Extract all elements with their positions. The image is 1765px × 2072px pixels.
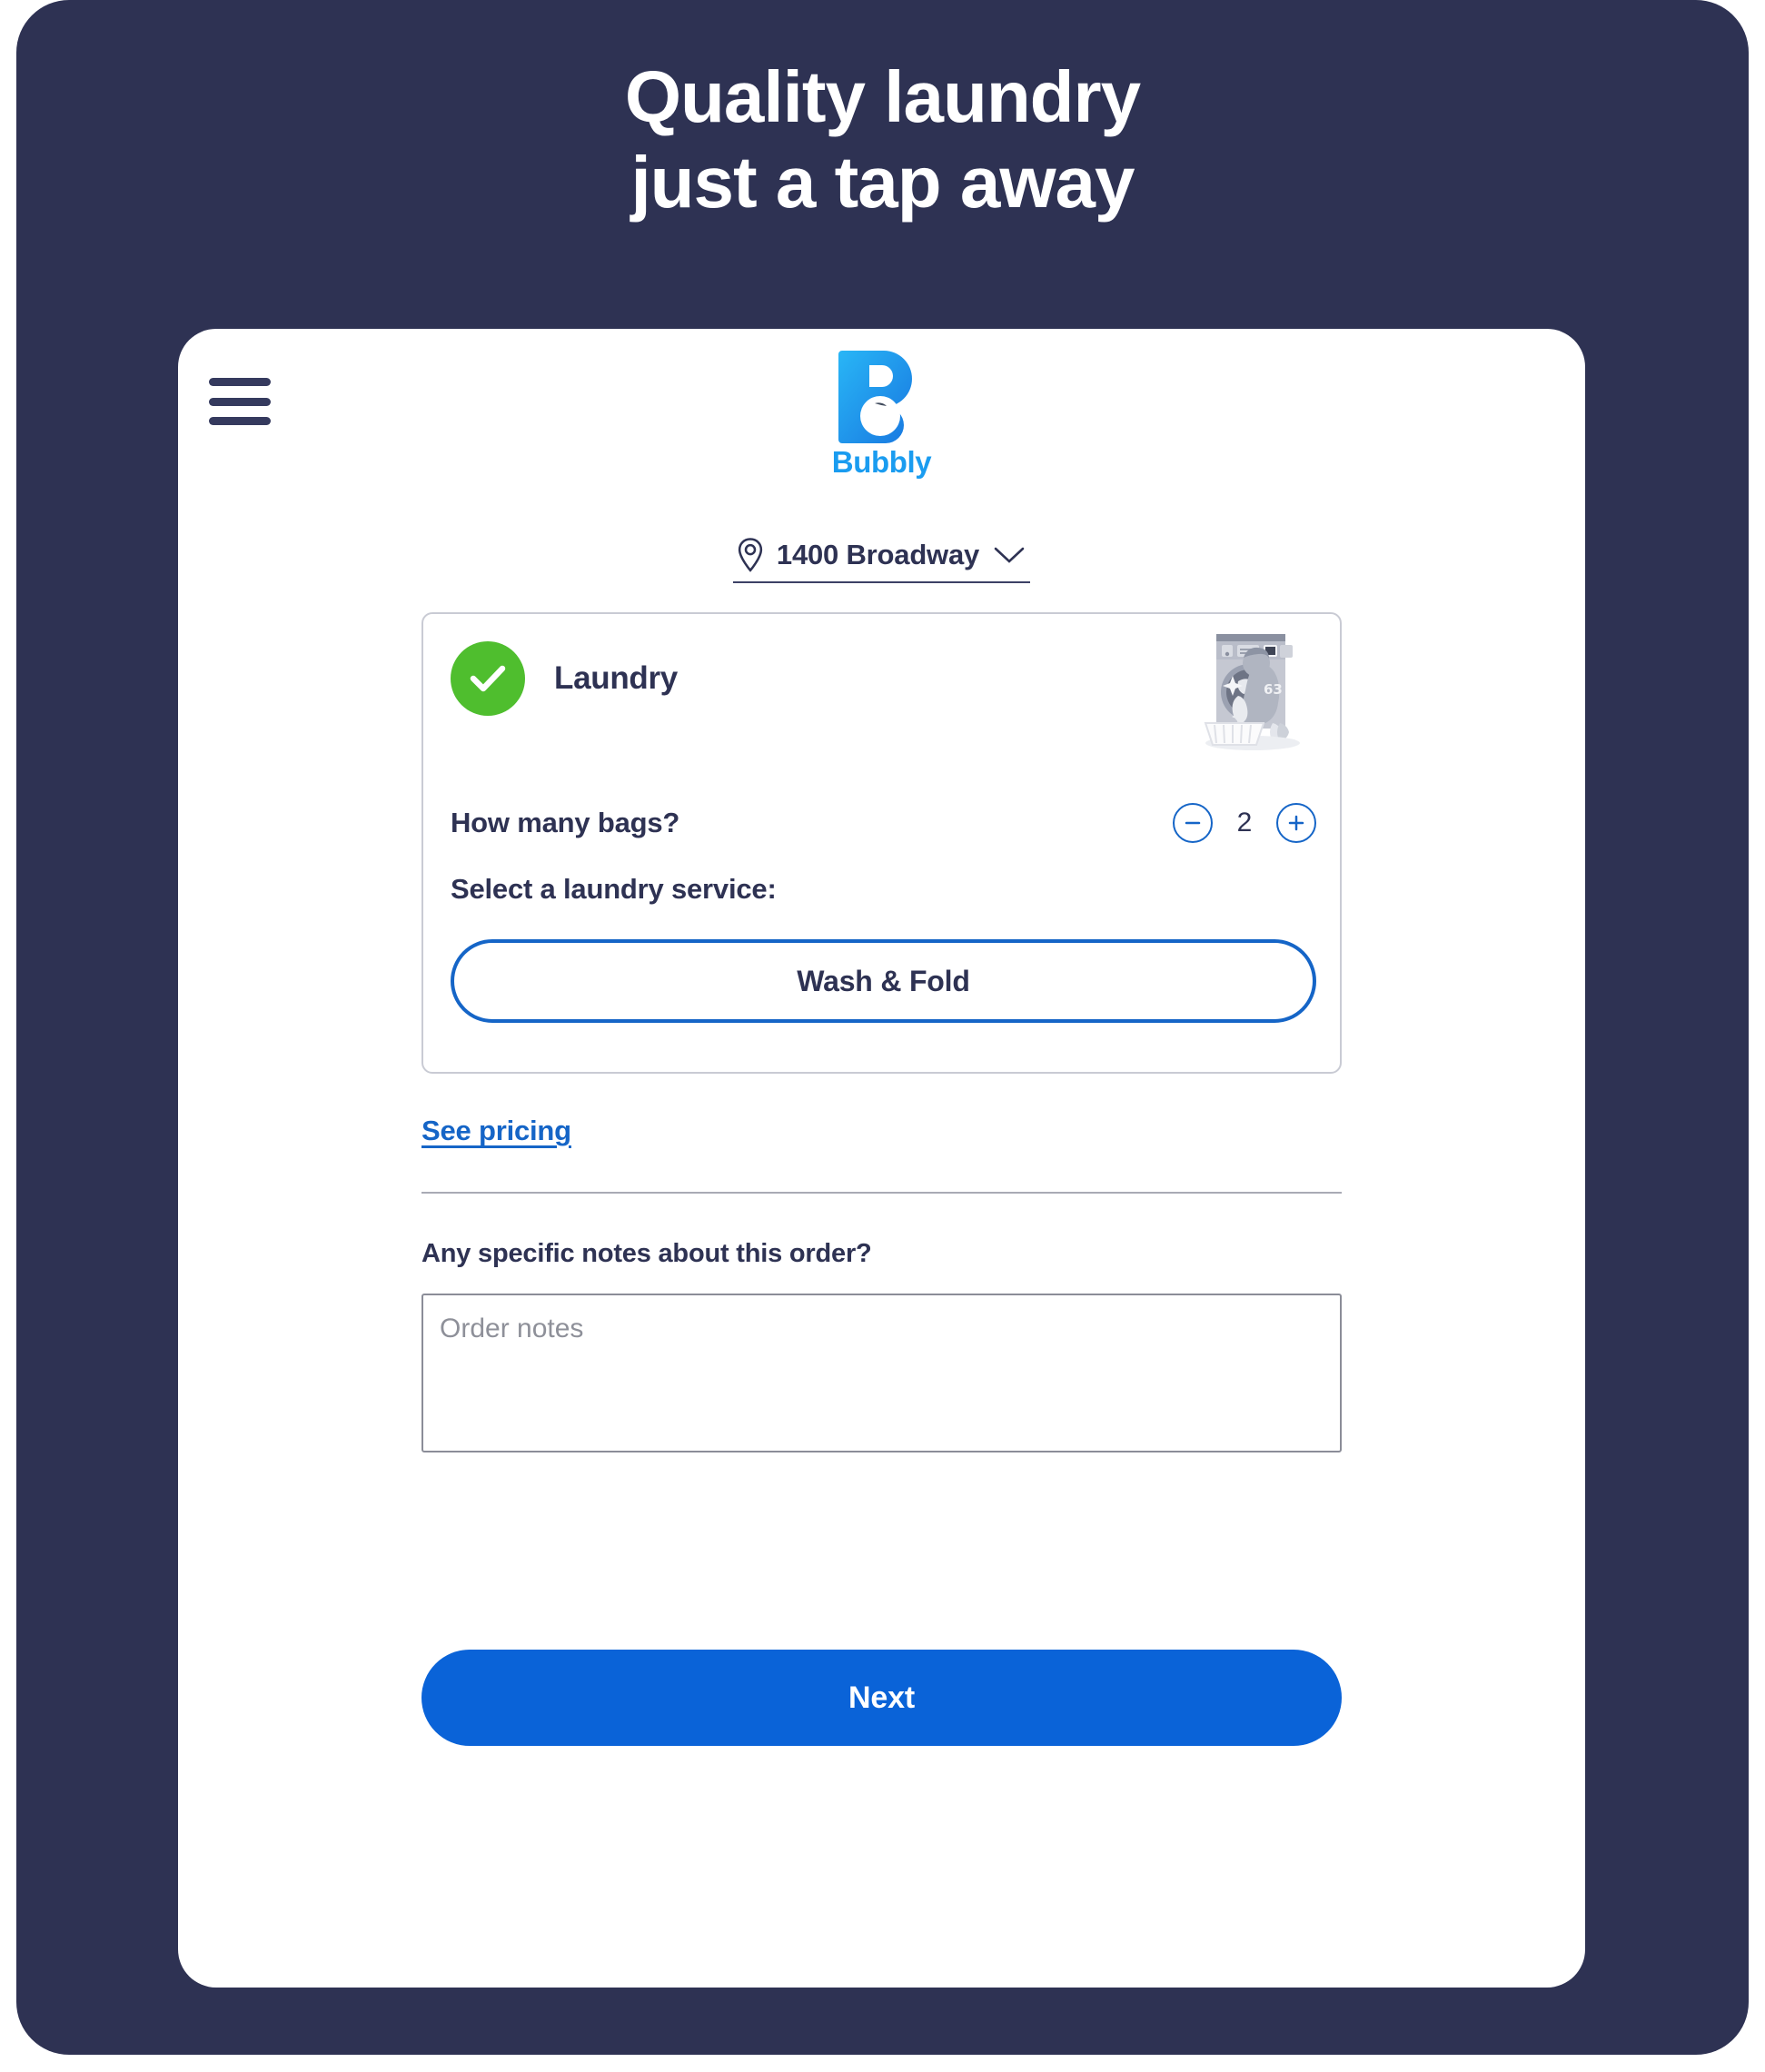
check-circle-icon	[451, 641, 525, 716]
checkmark-icon	[470, 665, 506, 692]
brand-logo: Bubbly	[178, 347, 1585, 480]
location-label: 1400 Broadway	[776, 539, 980, 570]
next-button[interactable]: Next	[421, 1650, 1342, 1746]
bags-count-value: 2	[1236, 808, 1253, 838]
increment-bags-button[interactable]	[1276, 803, 1316, 843]
section-divider	[421, 1192, 1342, 1194]
service-card-header: Laundry	[451, 641, 678, 716]
order-notes-label: Any specific notes about this order?	[421, 1239, 872, 1268]
headline-line-2: just a tap away	[630, 142, 1135, 223]
headline-line-1: Quality laundry	[624, 56, 1141, 137]
order-notes-input[interactable]	[421, 1294, 1342, 1452]
svg-text:63: 63	[1264, 681, 1283, 698]
brand-wordmark: Bubbly	[831, 445, 932, 479]
select-service-label: Select a laundry service:	[451, 873, 777, 905]
app-topbar: Bubbly	[178, 329, 1585, 492]
promo-panel: Quality laundry just a tap away Bubbly 1…	[16, 0, 1749, 2055]
map-pin-icon	[738, 538, 763, 572]
bubbly-b-logo-icon	[838, 351, 912, 443]
location-selector[interactable]: 1400 Broadway	[732, 538, 1031, 583]
bags-stepper: 2	[1173, 803, 1316, 843]
laundry-service-card: Laundry 63 How many bags? 2 Select a lau…	[421, 612, 1342, 1074]
chevron-down-icon	[994, 547, 1025, 563]
bags-question-label: How many bags?	[451, 807, 680, 838]
decrement-bags-button[interactable]	[1173, 803, 1213, 843]
service-option-wash-and-fold[interactable]: Wash & Fold	[451, 939, 1316, 1023]
promo-headline: Quality laundry just a tap away	[16, 55, 1749, 226]
minus-icon	[1185, 821, 1201, 825]
location-selector-row: 1400 Broadway	[178, 538, 1585, 583]
app-screen-card: Bubbly 1400 Broadway Laundry 63 How many…	[178, 329, 1585, 1988]
service-title: Laundry	[554, 660, 678, 696]
plus-icon	[1288, 815, 1304, 831]
bags-count-row: How many bags? 2	[451, 803, 1316, 843]
see-pricing-link[interactable]: See pricing	[421, 1115, 571, 1147]
washing-machine-illustration: 63	[1204, 634, 1300, 750]
